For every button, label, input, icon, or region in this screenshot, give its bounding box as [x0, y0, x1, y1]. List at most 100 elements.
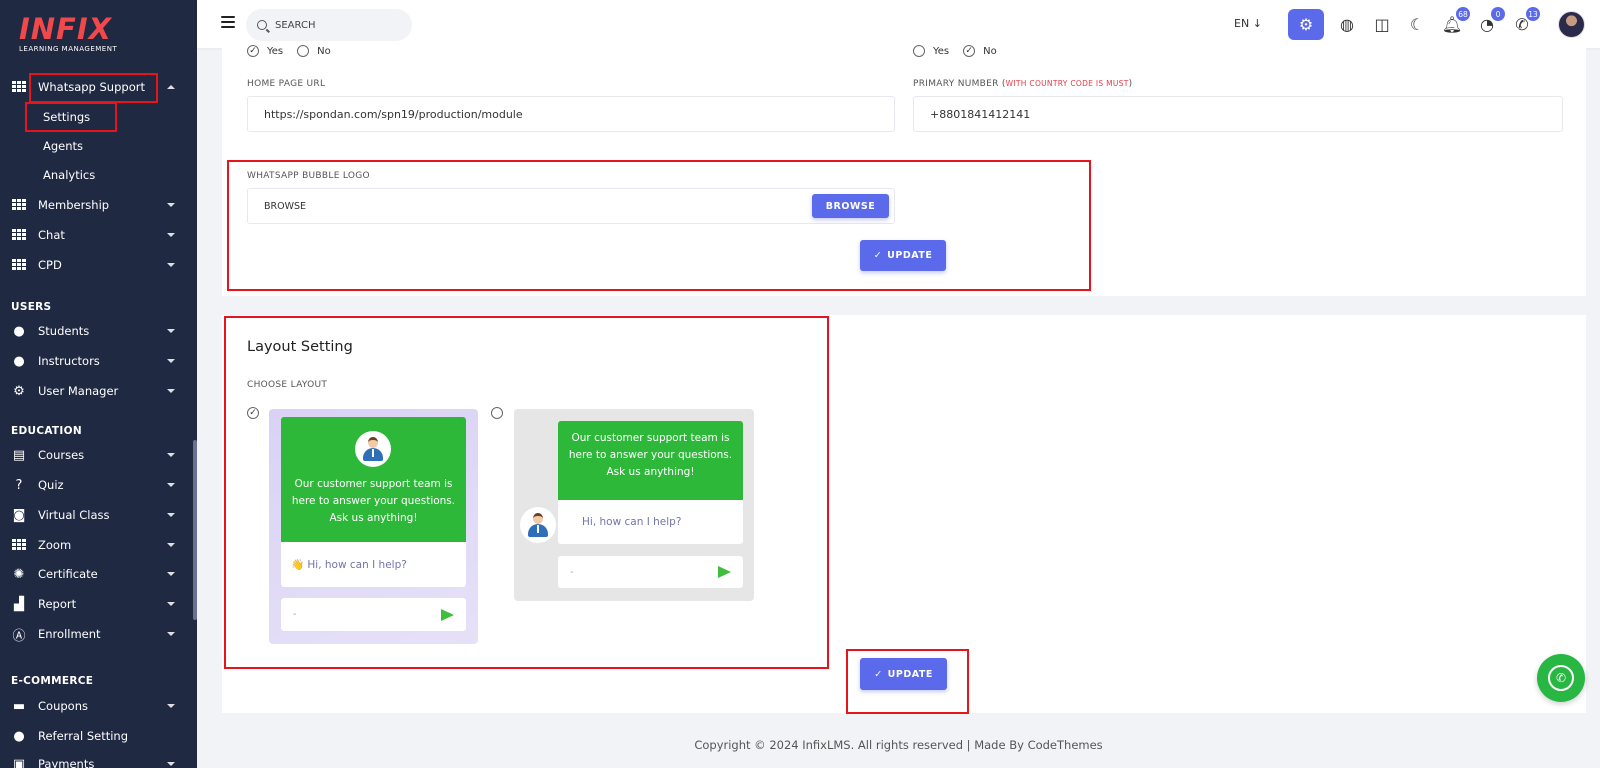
- logo-subtitle: LEARNING MANAGEMENT: [19, 45, 118, 53]
- chevron-down-icon: [167, 704, 175, 708]
- sidebar-item-enrollment[interactable]: Ⓐ Enrollment: [0, 622, 197, 646]
- sidebar-item-referral-setting[interactable]: ● Referral Setting: [0, 724, 197, 748]
- layout-icon[interactable]: ◫: [1372, 14, 1392, 34]
- user-icon: ●: [13, 323, 25, 339]
- grid-icon: [11, 228, 27, 242]
- chevron-down-icon: [167, 329, 175, 333]
- search-input[interactable]: SEARCH: [246, 9, 412, 41]
- user-manager-icon: ⚙: [13, 383, 25, 399]
- avatar[interactable]: [1558, 11, 1585, 38]
- message-badge: 0: [1491, 7, 1505, 21]
- sidebar-item-chat[interactable]: Chat: [0, 223, 197, 247]
- radio-label-yes: Yes: [933, 45, 950, 57]
- chevron-down-icon: [167, 762, 175, 766]
- sidebar-item-membership[interactable]: Membership: [0, 193, 197, 217]
- sidebar-item-user-manager[interactable]: ⚙ User Manager: [0, 379, 197, 403]
- cpu-icon[interactable]: ⚙: [1288, 9, 1324, 40]
- home-page-url-field[interactable]: https://spondan.com/spn19/production/mod…: [247, 96, 895, 132]
- arrow-down-icon: ↓: [1252, 17, 1262, 30]
- radio-yes[interactable]: [913, 45, 925, 57]
- sidebar-item-label: Virtual Class: [38, 508, 110, 522]
- grid-icon: [11, 80, 27, 94]
- sidebar-item-cpd[interactable]: CPD: [0, 253, 197, 277]
- logo-text: INFIX: [19, 12, 113, 46]
- chevron-down-icon: [167, 543, 175, 547]
- chevron-down-icon: [167, 602, 175, 606]
- sidebar-item-label: Courses: [38, 448, 85, 462]
- moon-icon[interactable]: ☾: [1407, 14, 1427, 34]
- sidebar-item-instructors[interactable]: ● Instructors: [0, 349, 197, 373]
- sidebar-item-label: Payments: [38, 757, 95, 768]
- chart-icon: ▟: [14, 596, 24, 612]
- chevron-down-icon: [167, 453, 175, 457]
- chevron-down-icon: [167, 359, 175, 363]
- primary-number-label-close: ): [1128, 79, 1133, 89]
- notification-badge: 68: [1456, 7, 1470, 21]
- sidebar-subitem-agents[interactable]: Agents: [43, 136, 83, 156]
- highlight-box: [846, 649, 969, 714]
- grid-icon: [11, 258, 27, 272]
- whatsapp-icon[interactable]: ✆ 13: [1512, 7, 1540, 34]
- payment-icon: ▣: [12, 756, 26, 768]
- sidebar-item-label: User Manager: [38, 384, 119, 398]
- sidebar-item-label: Report: [38, 597, 77, 611]
- grid-icon: [11, 198, 27, 212]
- sidebar-item-label: Coupons: [38, 699, 88, 713]
- chevron-down-icon: [167, 389, 175, 393]
- sidebar-item-virtual-class[interactable]: ◙ Virtual Class: [0, 503, 197, 527]
- primary-number-label-text: PRIMARY NUMBER (: [913, 79, 1006, 89]
- home-page-url-label: HOME PAGE URL: [247, 79, 326, 89]
- sidebar-subitem-analytics[interactable]: Analytics: [43, 165, 95, 185]
- sidebar-item-label: Certificate: [38, 567, 98, 581]
- book-icon: ▤: [12, 447, 26, 463]
- chevron-down-icon: [167, 572, 175, 576]
- radio-no[interactable]: [297, 45, 310, 57]
- radio-group-left: ✓ Yes No: [247, 45, 331, 57]
- question-icon: ?: [15, 477, 23, 493]
- sidebar-item-label: Quiz: [38, 478, 64, 492]
- sidebar-item-coupons[interactable]: ▬ Coupons: [0, 694, 197, 718]
- globe-icon[interactable]: ◍: [1337, 14, 1357, 34]
- language-selector[interactable]: EN ↓: [1234, 17, 1262, 30]
- sidebar-item-zoom[interactable]: Zoom: [0, 533, 197, 557]
- vr-icon: ◙: [12, 507, 26, 523]
- whatsapp-icon: ✆: [1548, 665, 1574, 691]
- enrollment-icon: Ⓐ: [12, 628, 26, 644]
- brand-logo[interactable]: INFIX LEARNING MANAGEMENT: [19, 14, 117, 53]
- section-title-ecommerce: E-COMMERCE: [11, 675, 94, 687]
- search-icon: [257, 20, 267, 30]
- chat-icon[interactable]: ◔ 0: [1477, 7, 1505, 34]
- primary-number-field[interactable]: +8801841412141: [913, 96, 1563, 132]
- chevron-down-icon: [167, 483, 175, 487]
- menu-toggle-icon[interactable]: [221, 16, 235, 28]
- chevron-down-icon: [167, 233, 175, 237]
- sidebar-item-label: Chat: [38, 228, 65, 242]
- sidebar-item-certificate[interactable]: ✺ Certificate: [0, 562, 197, 586]
- sidebar-item-quiz[interactable]: ? Quiz: [0, 473, 197, 497]
- sidebar-item-students[interactable]: ● Students: [0, 319, 197, 343]
- highlight-box: [224, 316, 829, 669]
- referral-icon: ●: [13, 728, 25, 744]
- bell-icon[interactable]: 🔔︎ 68: [1442, 7, 1470, 34]
- primary-number-note: WITH COUNTRY CODE IS MUST: [1005, 79, 1129, 88]
- radio-group-right: Yes ✓ No: [913, 45, 997, 57]
- sidebar-item-report[interactable]: ▟ Report: [0, 592, 197, 616]
- radio-no-selected[interactable]: ✓: [963, 45, 976, 57]
- whatsapp-badge: 13: [1526, 7, 1540, 21]
- language-label: EN: [1234, 17, 1250, 30]
- radio-label-no: No: [983, 45, 997, 57]
- chevron-down-icon: [167, 513, 175, 517]
- whatsapp-chat-button[interactable]: ✆: [1537, 654, 1585, 702]
- sidebar-item-courses[interactable]: ▤ Courses: [0, 443, 197, 467]
- radio-yes-selected[interactable]: ✓: [247, 45, 259, 57]
- certificate-icon: ✺: [13, 566, 25, 582]
- chevron-up-icon: [167, 85, 175, 89]
- sidebar-item-label: Students: [38, 324, 90, 338]
- chevron-down-icon: [167, 632, 175, 636]
- sidebar-item-label: Instructors: [38, 354, 100, 368]
- section-title-users: USERS: [11, 301, 52, 313]
- sidebar-item-label: Membership: [38, 198, 110, 212]
- highlight-box: [25, 102, 117, 132]
- sidebar-scrollbar[interactable]: [193, 440, 197, 620]
- sidebar-item-payments[interactable]: ▣ Payments: [0, 752, 197, 768]
